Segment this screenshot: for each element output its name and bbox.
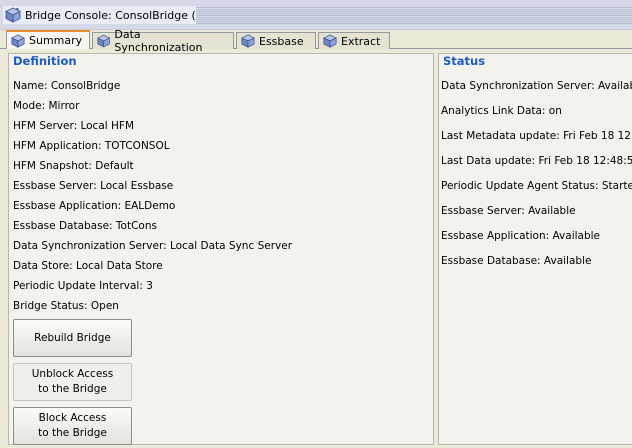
- status-title: Status: [443, 54, 486, 68]
- unblock-access-button[interactable]: Unblock Access to the Bridge: [13, 363, 132, 401]
- tab-summary-label: Summary: [29, 34, 83, 47]
- window-title: Bridge Console: ConsolBridge (2): [25, 8, 208, 22]
- status-periodic-update-agent: Periodic Update Agent Status: Started: [441, 180, 632, 192]
- status-last-data-update: Last Data update: Fri Feb 18 12:48:57 C: [441, 155, 632, 167]
- definition-title: Definition: [13, 54, 77, 68]
- tab-essbase-label: Essbase: [259, 34, 304, 48]
- tab-data-synchronization-icon: [97, 34, 111, 48]
- status-data-sync-server: Data Synchronization Server: Available: [441, 80, 632, 92]
- definition-hfm-application: HFM Application: TOTCONSOL: [13, 140, 170, 152]
- tab-strip: Summary Data Synchronization Essbase Ext…: [0, 28, 632, 54]
- tab-extract-label: Extract: [341, 34, 381, 48]
- definition-essbase-server: Essbase Server: Local Essbase: [13, 180, 174, 192]
- definition-data-sync-server: Data Synchronization Server: Local Data …: [13, 240, 293, 252]
- unblock-access-label-line2: to the Bridge: [38, 383, 107, 395]
- definition-hfm-server: HFM Server: Local HFM: [13, 120, 135, 132]
- status-analytics-link-data: Analytics Link Data: on: [441, 105, 562, 117]
- definition-essbase-database: Essbase Database: TotCons: [13, 220, 157, 232]
- tab-extract[interactable]: Extract: [318, 32, 390, 49]
- title-bar: Bridge Console: ConsolBridge (2): [0, 0, 632, 30]
- definition-hfm-snapshot: HFM Snapshot: Default: [13, 160, 134, 172]
- bridge-cube-icon: [5, 7, 21, 23]
- tab-data-synchronization-label: Data Synchronization: [114, 28, 203, 54]
- definition-panel: Definition Name: ConsolBridge Mode: Mirr…: [8, 53, 434, 445]
- status-essbase-server: Essbase Server: Available: [441, 205, 576, 217]
- tab-summary[interactable]: Summary: [6, 30, 90, 49]
- tab-extract-icon: [323, 34, 337, 48]
- window-title-area: Bridge Console: ConsolBridge (2): [3, 6, 212, 24]
- status-essbase-application: Essbase Application: Available: [441, 230, 601, 242]
- rebuild-bridge-label: Rebuild Bridge: [34, 331, 111, 344]
- rebuild-bridge-button[interactable]: Rebuild Bridge: [13, 319, 132, 357]
- status-last-metadata-update: Last Metadata update: Fri Feb 18 12:48:: [441, 130, 632, 142]
- definition-essbase-application: Essbase Application: EALDemo: [13, 200, 176, 212]
- block-access-label-line2: to the Bridge: [38, 427, 107, 439]
- bridge-console-window: Bridge Console: ConsolBridge (2) Summary…: [0, 0, 632, 448]
- definition-name: Name: ConsolBridge: [13, 80, 121, 92]
- definition-bridge-status: Bridge Status: Open: [13, 300, 119, 312]
- tab-data-synchronization[interactable]: Data Synchronization: [92, 28, 234, 54]
- block-access-button[interactable]: Block Access to the Bridge: [13, 407, 132, 445]
- tab-summary-icon: [11, 33, 25, 48]
- definition-mode: Mode: Mirror: [13, 100, 80, 112]
- definition-data-store: Data Store: Local Data Store: [13, 260, 163, 272]
- status-essbase-database: Essbase Database: Available: [441, 255, 592, 267]
- title-bar-stripes: [196, 6, 632, 24]
- block-access-label-line1: Block Access: [38, 412, 107, 424]
- tab-essbase[interactable]: Essbase: [236, 32, 316, 49]
- definition-periodic-update-interval: Periodic Update Interval: 3: [13, 280, 153, 292]
- unblock-access-label-line1: Unblock Access: [31, 368, 114, 380]
- tab-essbase-icon: [241, 34, 255, 48]
- status-panel: Status Data Synchronization Server: Avai…: [438, 53, 632, 445]
